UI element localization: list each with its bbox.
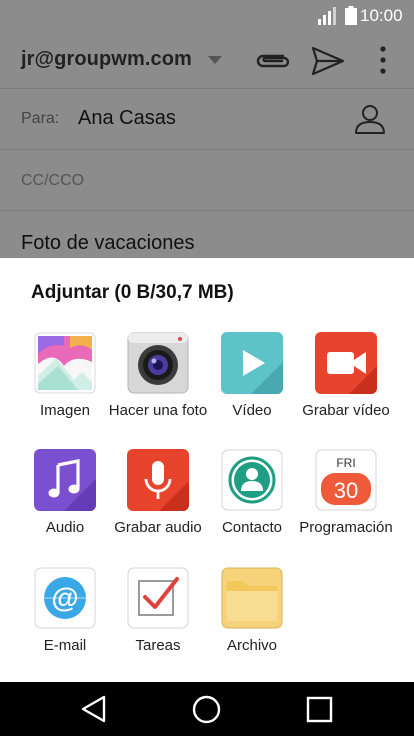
- attach-audio-option[interactable]: Audio: [18, 449, 112, 559]
- attach-image-option[interactable]: Imagen: [18, 332, 112, 442]
- add-contact-icon[interactable]: [354, 103, 386, 135]
- chevron-down-icon[interactable]: [208, 56, 222, 64]
- subject-field[interactable]: Foto de vacaciones: [0, 211, 414, 259]
- attach-email-option[interactable]: @ E-mail: [18, 567, 112, 677]
- attach-tasks-label: Tareas: [135, 637, 181, 654]
- cc-label: CC/CCO: [21, 172, 85, 189]
- svg-text:@: @: [51, 582, 78, 613]
- camera-icon: [127, 332, 189, 394]
- attach-tasks-option[interactable]: Tareas: [111, 567, 205, 677]
- attach-sheet: Adjuntar (0 B/30,7 MB) Imagen Hacer una …: [0, 258, 414, 682]
- attach-audio-label: Audio: [45, 519, 85, 536]
- at-sign-icon: @: [34, 567, 96, 629]
- home-icon[interactable]: [192, 695, 221, 724]
- recent-apps-icon[interactable]: [306, 696, 333, 723]
- microphone-icon: [127, 449, 189, 511]
- calendar-icon: FRI 30: [315, 449, 377, 511]
- back-icon[interactable]: [80, 695, 108, 723]
- attach-schedule-option[interactable]: FRI 30 Programación: [299, 449, 393, 559]
- attach-video-label: Vídeo: [232, 402, 272, 419]
- to-field[interactable]: Para: Ana Casas: [0, 89, 414, 150]
- attach-schedule-label: Programación: [299, 519, 393, 536]
- record-video-option[interactable]: Grabar vídeo: [299, 332, 393, 442]
- compose-form: jr@groupwm.com Para: Ana Casas CC/CCO Fo…: [0, 32, 414, 259]
- take-photo-label: Hacer una foto: [108, 402, 208, 419]
- to-label: Para:: [21, 110, 60, 127]
- attach-contact-label: Contacto: [221, 519, 283, 536]
- to-recipient[interactable]: Ana Casas: [78, 107, 176, 130]
- signal-icon: [318, 7, 336, 25]
- from-account[interactable]: jr@groupwm.com: [21, 48, 192, 71]
- attach-file-label: Archivo: [226, 637, 278, 654]
- attach-icon[interactable]: [253, 50, 291, 72]
- attach-contact-option[interactable]: Contacto: [205, 449, 299, 559]
- gallery-icon: [34, 332, 96, 394]
- music-icon: [34, 449, 96, 511]
- cc-field[interactable]: CC/CCO: [0, 150, 414, 211]
- attach-video-option[interactable]: Vídeo: [205, 332, 299, 442]
- attach-file-option[interactable]: Archivo: [205, 567, 299, 677]
- calendar-day: FRI: [336, 456, 355, 470]
- task-check-icon: [127, 567, 189, 629]
- video-play-icon: [221, 332, 283, 394]
- subject-value[interactable]: Foto de vacaciones: [21, 232, 194, 255]
- folder-icon: [221, 567, 283, 629]
- status-bar: 10:00: [0, 0, 414, 32]
- take-photo-option[interactable]: Hacer una foto: [109, 332, 207, 442]
- send-icon[interactable]: [311, 46, 345, 76]
- attach-image-label: Imagen: [39, 402, 91, 419]
- video-record-icon: [315, 332, 377, 394]
- record-audio-option[interactable]: Grabar audio: [111, 449, 205, 559]
- record-video-label: Grabar vídeo: [302, 402, 390, 419]
- attach-email-label: E-mail: [43, 637, 87, 654]
- status-time: 10:00: [360, 6, 403, 25]
- contact-icon: [221, 449, 283, 511]
- sheet-title: Adjuntar (0 B/30,7 MB): [31, 282, 234, 303]
- navigation-bar: [0, 682, 414, 736]
- more-options-icon[interactable]: [376, 44, 390, 76]
- battery-icon: [345, 6, 357, 25]
- calendar-date: 30: [334, 478, 358, 503]
- record-audio-label: Grabar audio: [114, 519, 202, 536]
- compose-toolbar: jr@groupwm.com: [0, 32, 414, 89]
